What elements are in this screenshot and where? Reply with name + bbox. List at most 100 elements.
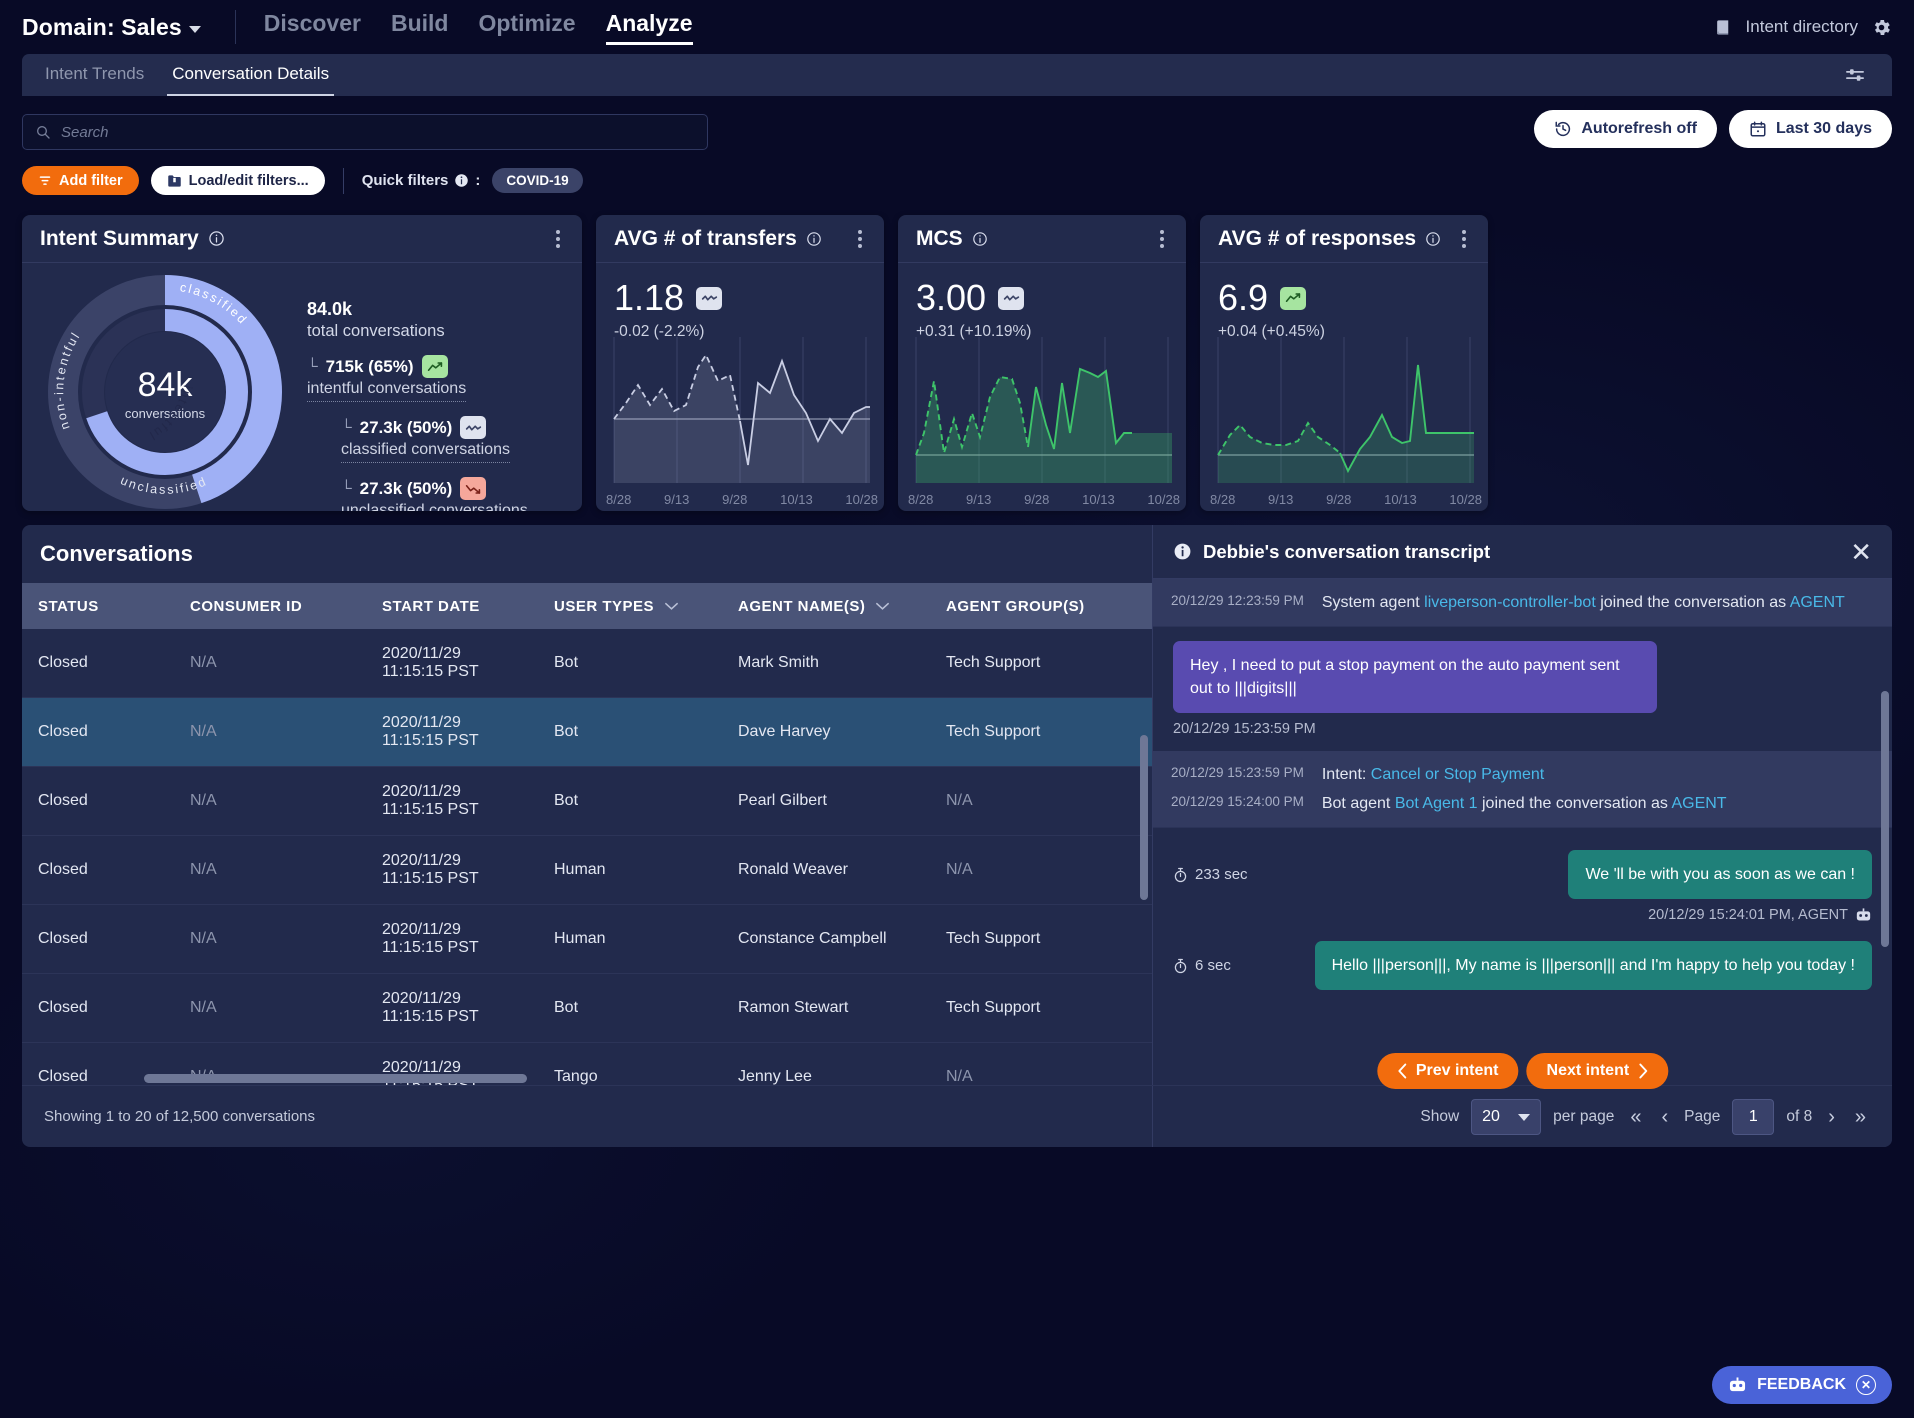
sparkline-x-axis: 8/28 9/13 9/28 10/13 10/28 bbox=[908, 492, 1180, 507]
per-page-select[interactable]: 20 bbox=[1471, 1098, 1542, 1135]
table-row[interactable]: Closed N/A 2020/11/29 11:15:15 PST Human… bbox=[22, 904, 1202, 974]
transcript-header: Debbie's conversation transcript ✕ bbox=[1153, 525, 1892, 579]
per-page-value: 20 bbox=[1482, 1107, 1500, 1125]
tab-conversation-details[interactable]: Conversation Details bbox=[167, 54, 335, 96]
chevron-down-icon[interactable] bbox=[875, 601, 890, 611]
search-box[interactable] bbox=[22, 114, 708, 150]
intent-summary-menu-button[interactable] bbox=[552, 226, 564, 252]
column-header-start-date[interactable]: START DATE bbox=[366, 583, 538, 629]
cell-consumer-id: N/A bbox=[174, 697, 366, 767]
page-label: Page bbox=[1684, 1107, 1721, 1125]
link-intent-name[interactable]: Cancel or Stop Payment bbox=[1371, 766, 1544, 783]
legend-elbow: └ bbox=[307, 358, 318, 375]
axis-tick: 10/28 bbox=[1147, 492, 1180, 507]
info-icon[interactable] bbox=[972, 231, 988, 247]
sparkline-mcs bbox=[915, 337, 1172, 483]
sliders-icon[interactable] bbox=[1836, 60, 1874, 90]
link-bot-agent[interactable]: Bot Agent 1 bbox=[1395, 795, 1478, 812]
nav-link-analyze[interactable]: Analyze bbox=[605, 9, 693, 45]
cell-agent-name: Dave Harvey bbox=[722, 697, 930, 767]
metric-card-mcs: MCS 3.00 +0.31 (+10.19%) 8/28 9/13 9/28 … bbox=[898, 215, 1186, 511]
table-row[interactable]: Closed N/A 2020/11/29 11:15:15 PST Bot D… bbox=[22, 697, 1202, 767]
prev-page-button[interactable]: ‹ bbox=[1657, 1107, 1672, 1127]
table-row[interactable]: Closed N/A 2020/11/29 11:15:15 PST Bot M… bbox=[22, 629, 1202, 698]
table-vertical-scrollbar[interactable] bbox=[1140, 635, 1148, 1077]
metric-value-row: 1.18 bbox=[614, 277, 866, 319]
nav-link-discover[interactable]: Discover bbox=[264, 9, 361, 45]
nav-link-optimize[interactable]: Optimize bbox=[478, 9, 575, 45]
gear-icon[interactable] bbox=[1871, 17, 1892, 38]
trend-flat-icon bbox=[696, 286, 723, 310]
close-icon[interactable]: ✕ bbox=[1850, 539, 1872, 565]
table-row[interactable]: Closed N/A 2020/11/29 11:15:15 PST Human… bbox=[22, 835, 1202, 905]
intent-summary-header: Intent Summary bbox=[22, 215, 582, 263]
chevron-down-icon[interactable] bbox=[664, 601, 679, 611]
text-part: Intent: bbox=[1321, 766, 1371, 783]
metric-cards-row: Intent Summary 84k conversations classif… bbox=[22, 215, 1892, 511]
conversations-table: STATUS CONSUMER ID START DATE USER TYPES… bbox=[22, 583, 1202, 1085]
cell-start-date: 2020/11/29 11:15:15 PST bbox=[366, 904, 538, 974]
quick-filter-chip-covid19[interactable]: COVID-19 bbox=[492, 168, 583, 193]
transcript-timestamp: 20/12/29 12:23:59 PM bbox=[1171, 593, 1304, 608]
page-number-input[interactable] bbox=[1732, 1098, 1775, 1135]
link-role[interactable]: AGENT bbox=[1790, 594, 1845, 611]
cell-status: Closed bbox=[22, 766, 174, 836]
pagination-controls: Show 20 per page « ‹ Page of 8 › » bbox=[1420, 1098, 1870, 1135]
table-row[interactable]: Closed N/A 2020/11/29 11:15:15 PST Bot R… bbox=[22, 973, 1202, 1043]
link-role[interactable]: AGENT bbox=[1671, 795, 1726, 812]
legend-caption-classified: classified conversations bbox=[341, 441, 510, 463]
transcript-system-text: System agent liveperson-controller-bot j… bbox=[1322, 591, 1845, 614]
main-nav-links: Discover Build Optimize Analyze bbox=[264, 9, 693, 45]
intent-summary-card: Intent Summary 84k conversations classif… bbox=[22, 215, 582, 511]
info-icon[interactable] bbox=[208, 230, 225, 247]
nav-link-build[interactable]: Build bbox=[391, 9, 449, 45]
transcript-timestamp: 20/12/29 15:24:00 PM bbox=[1171, 794, 1304, 809]
axis-tick: 9/28 bbox=[1326, 492, 1352, 507]
tab-intent-trends[interactable]: Intent Trends bbox=[40, 54, 149, 96]
cell-status: Closed bbox=[22, 973, 174, 1043]
prev-intent-button[interactable]: Prev intent bbox=[1376, 1053, 1519, 1089]
clock-refresh-icon bbox=[1554, 120, 1572, 138]
metric-value-row: 3.00 bbox=[916, 277, 1168, 319]
next-page-button[interactable]: › bbox=[1824, 1107, 1839, 1127]
axis-tick: 10/13 bbox=[1082, 492, 1115, 507]
axis-tick: 10/28 bbox=[845, 492, 878, 507]
metric-menu-button[interactable] bbox=[1458, 226, 1470, 252]
feedback-button[interactable]: FEEDBACK ✕ bbox=[1712, 1366, 1892, 1404]
table-row[interactable]: Closed N/A 2020/11/29 11:15:15 PST Bot P… bbox=[22, 766, 1202, 836]
table-header-row: STATUS CONSUMER ID START DATE USER TYPES… bbox=[22, 583, 1202, 629]
load-edit-filters-button[interactable]: Load/edit filters... bbox=[150, 166, 325, 195]
column-header-user-types[interactable]: USER TYPES bbox=[538, 583, 722, 629]
metric-menu-button[interactable] bbox=[854, 226, 866, 252]
scrollbar-thumb[interactable] bbox=[144, 1074, 527, 1083]
column-header-status[interactable]: STATUS bbox=[22, 583, 174, 629]
column-label: START DATE bbox=[382, 597, 480, 615]
metric-title: AVG # of responses bbox=[1218, 226, 1417, 250]
scrollbar-thumb[interactable] bbox=[1140, 735, 1148, 900]
intent-directory-link[interactable]: Intent directory bbox=[1746, 17, 1858, 37]
domain-selector[interactable]: Domain: Sales bbox=[22, 14, 201, 41]
first-page-button[interactable]: « bbox=[1626, 1107, 1645, 1127]
transcript-scrollbar-thumb[interactable] bbox=[1881, 691, 1889, 947]
cell-user-type: Bot bbox=[538, 766, 722, 836]
info-icon[interactable] bbox=[806, 231, 822, 247]
column-header-agent-names[interactable]: AGENT NAME(S) bbox=[722, 583, 930, 629]
close-icon[interactable]: ✕ bbox=[1856, 1375, 1876, 1395]
metric-menu-button[interactable] bbox=[1156, 226, 1168, 252]
link-bot-name[interactable]: liveperson-controller-bot bbox=[1424, 594, 1596, 611]
autorefresh-button[interactable]: Autorefresh off bbox=[1534, 110, 1717, 148]
next-intent-label: Next intent bbox=[1546, 1062, 1630, 1079]
column-header-consumer-id[interactable]: CONSUMER ID bbox=[174, 583, 366, 629]
date-range-button[interactable]: Last 30 days bbox=[1728, 110, 1892, 148]
quick-filters-colon: : bbox=[475, 172, 481, 189]
feedback-label: FEEDBACK bbox=[1757, 1376, 1846, 1393]
info-icon[interactable] bbox=[1425, 231, 1441, 247]
chevron-down-icon bbox=[188, 25, 201, 33]
transcript-timestamp: 20/12/29 15:23:59 PM bbox=[1171, 765, 1304, 780]
last-page-button[interactable]: » bbox=[1851, 1107, 1870, 1127]
next-intent-button[interactable]: Next intent bbox=[1526, 1053, 1669, 1089]
table-body: Closed N/A 2020/11/29 11:15:15 PST Bot M… bbox=[22, 629, 1202, 1085]
add-filter-button[interactable]: Add filter bbox=[22, 166, 139, 195]
search-input[interactable] bbox=[61, 123, 695, 141]
info-icon[interactable] bbox=[454, 173, 469, 188]
